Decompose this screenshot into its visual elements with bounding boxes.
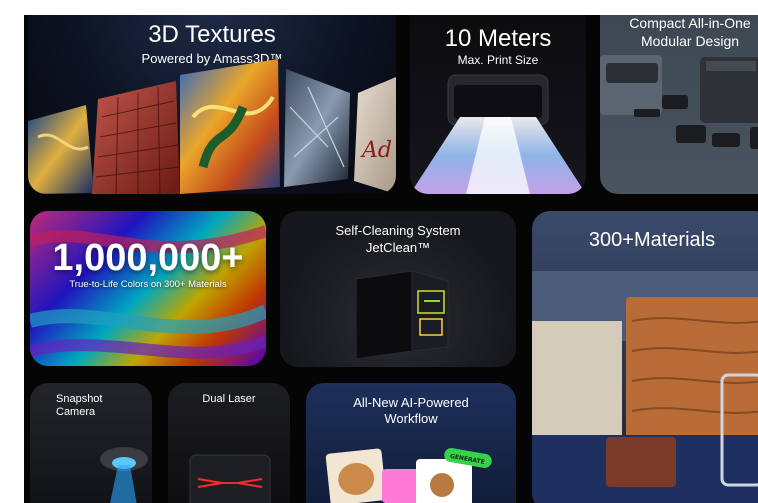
card-10-meters[interactable]: 10 Meters Max. Print Size (410, 15, 586, 194)
jetclean-module-image (355, 270, 449, 360)
card-million-colors[interactable]: 1,000,000+ True-to-Life Colors on 300+ M… (30, 211, 266, 366)
ai-photo-cards-image: GENERATE (325, 448, 492, 503)
card-title: 1,000,000+ (52, 237, 244, 279)
feature-grid: 3D Textures Powered by Amass3D™ Ad 10 Me… (24, 15, 758, 503)
modular-parts-image (600, 55, 758, 149)
card-3d-textures[interactable]: 3D Textures Powered by Amass3D™ Ad (28, 15, 396, 194)
swatch-text: Ad (360, 138, 392, 163)
card-300-materials[interactable]: 300+Materials (532, 211, 758, 503)
printer-light-image (410, 74, 586, 194)
camera-image (100, 447, 148, 503)
laser-module-image (189, 454, 271, 503)
card-jetclean[interactable]: Self-Cleaning System JetClean™ (280, 211, 516, 367)
card-subtitle: True-to-Life Colors on 300+ Materials (69, 279, 227, 290)
texture-panels-image: Ad (28, 59, 396, 194)
material-samples-image (532, 271, 758, 503)
card-ai-workflow[interactable]: All-New AI-Powered Workflow GENERATE (306, 383, 516, 503)
card-dual-laser[interactable]: Dual Laser (168, 383, 290, 503)
card-snapshot-camera[interactable]: Snapshot Camera (30, 383, 152, 503)
card-compact-modular[interactable]: Compact All-in-One Modular Design (600, 15, 758, 194)
